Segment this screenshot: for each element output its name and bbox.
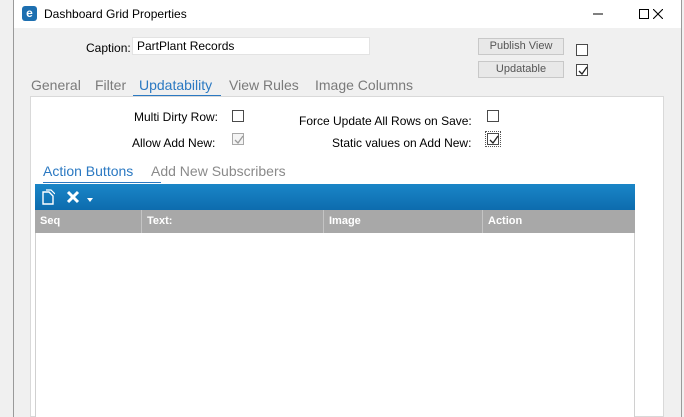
delete-icon[interactable] <box>65 189 81 205</box>
new-icon[interactable] <box>41 189 55 205</box>
tab-updatability[interactable]: Updatability <box>139 77 212 93</box>
checkmark-icon <box>578 66 588 76</box>
subtab-action-buttons[interactable]: Action Buttons <box>43 163 133 179</box>
window-border-right <box>681 0 682 417</box>
column-image[interactable]: Image <box>324 210 483 233</box>
checkmark-icon <box>489 135 499 145</box>
multi-dirty-row-checkbox[interactable] <box>232 110 244 122</box>
caption-label: Caption: <box>86 41 131 55</box>
dialog-content: Caption: Publish View Updatable General … <box>14 28 681 417</box>
column-text[interactable]: Text: <box>142 210 324 233</box>
subtab-active-indicator <box>43 182 161 183</box>
multi-dirty-row-label: Multi Dirty Row: <box>134 110 219 124</box>
updatable-button[interactable]: Updatable <box>478 61 564 78</box>
static-values-label: Static values on Add New: <box>332 136 472 150</box>
dropdown-arrow-icon[interactable] <box>87 198 93 203</box>
subtab-add-new-subscribers[interactable]: Add New Subscribers <box>151 163 286 179</box>
tab-general[interactable]: General <box>31 77 81 93</box>
checkmark-icon <box>234 135 244 145</box>
updatable-checkbox[interactable] <box>576 64 588 76</box>
grid-header: Seq Text: Image Action <box>35 210 635 233</box>
publish-view-checkbox[interactable] <box>576 44 588 56</box>
minimize-icon <box>593 13 603 15</box>
close-icon <box>653 9 663 19</box>
allow-add-new-checkbox[interactable] <box>232 133 244 145</box>
title-bar[interactable]: e Dashboard Grid Properties <box>14 0 681 28</box>
static-values-checkbox[interactable] <box>485 131 501 147</box>
app-logo-icon: e <box>22 6 37 21</box>
minimize-button[interactable] <box>575 0 621 28</box>
properties-window: e Dashboard Grid Properties Caption: Pub… <box>0 0 684 417</box>
updatability-panel: Multi Dirty Row: Allow Add New: Force Up… <box>30 96 664 417</box>
force-update-checkbox[interactable] <box>487 110 499 122</box>
force-update-label: Force Update All Rows on Save: <box>299 114 472 128</box>
column-seq[interactable]: Seq <box>35 210 142 233</box>
grid-body[interactable] <box>35 233 635 417</box>
grid-toolbar <box>35 184 635 210</box>
column-action[interactable]: Action <box>483 210 635 233</box>
close-button[interactable] <box>635 0 681 28</box>
tab-filter[interactable]: Filter <box>95 77 126 93</box>
tab-view-rules[interactable]: View Rules <box>229 77 299 93</box>
publish-view-button[interactable]: Publish View <box>478 38 564 55</box>
tab-image-columns[interactable]: Image Columns <box>315 77 413 93</box>
caption-input[interactable] <box>132 37 370 55</box>
window-title: Dashboard Grid Properties <box>44 7 187 21</box>
allow-add-new-label: Allow Add New: <box>132 136 216 150</box>
